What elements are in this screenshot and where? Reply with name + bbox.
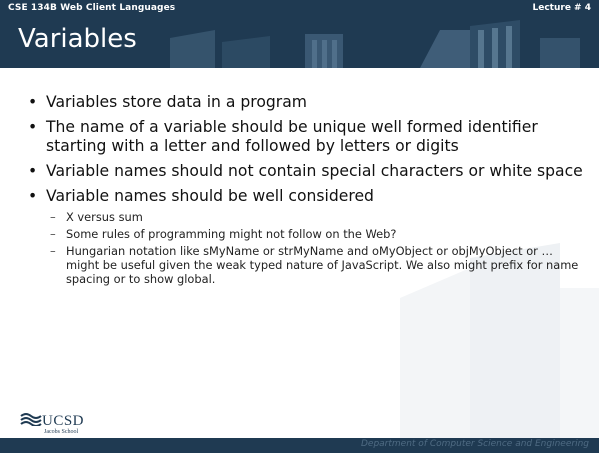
sub-bullet-list: X versus sum Some rules of programming m… (46, 210, 588, 286)
lecture-number: Lecture # 4 (532, 3, 592, 13)
slide: CSE 134B Web Client Languages Lecture # … (0, 0, 599, 453)
slide-body: Variables store data in a program The na… (28, 93, 588, 292)
bullet-item: Variables store data in a program (28, 93, 588, 112)
slide-title: Variables (18, 24, 137, 54)
bullet-item: Variable names should be well considered… (28, 187, 588, 286)
department-name: Department of Computer Science and Engin… (360, 439, 589, 449)
course-name: CSE 134B Web Client Languages (8, 3, 176, 13)
bullet-text: Variable names should be well considered (46, 187, 374, 205)
bullet-text: Variables store data in a program (46, 93, 307, 111)
slide-footer: Department of Computer Science and Engin… (0, 438, 599, 453)
bullet-item: The name of a variable should be unique … (28, 118, 588, 156)
bullet-text: Variable names should not contain specia… (46, 162, 583, 180)
ucsd-logo-text: UCSD (42, 413, 85, 429)
sub-bullet-item: Some rules of programming might not foll… (46, 227, 588, 241)
jacobs-school-text: Jacobs School (44, 429, 79, 435)
ucsd-wave-icon (20, 413, 42, 426)
sub-bullet-item: X versus sum (46, 210, 588, 224)
bullet-text: The name of a variable should be unique … (46, 118, 538, 155)
sub-bullet-item: Hungarian notation like sMyName or strMy… (46, 244, 588, 286)
bullet-list: Variables store data in a program The na… (28, 93, 588, 286)
slide-header: CSE 134B Web Client Languages Lecture # … (0, 0, 599, 68)
bullet-item: Variable names should not contain specia… (28, 162, 588, 181)
